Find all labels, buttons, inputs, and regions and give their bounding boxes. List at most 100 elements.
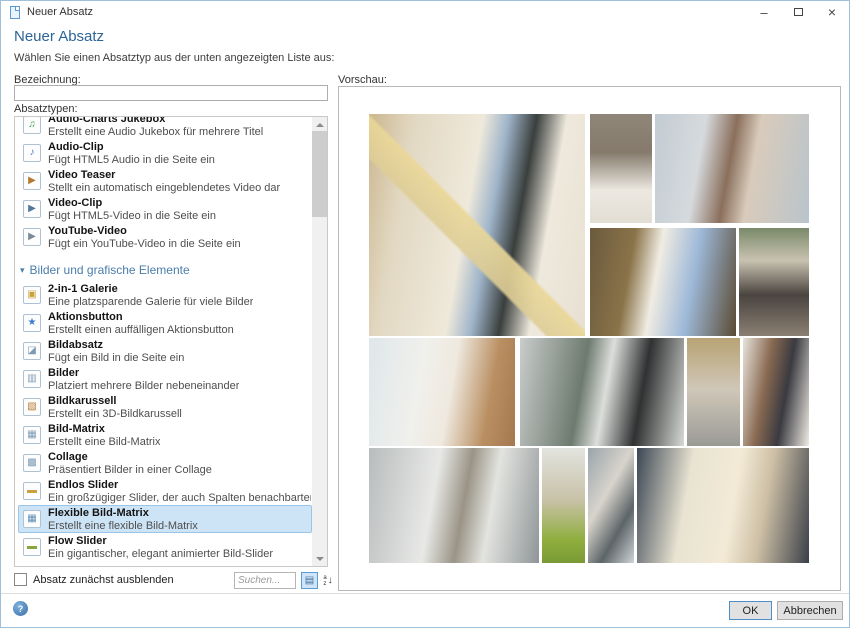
list-item-title: Bildabsatz [48, 339, 184, 352]
flexible-bild-matrix-icon: ▦ [23, 510, 41, 528]
list-item-audio-charts-jukebox[interactable]: ♫ Audio-Charts JukeboxErstellt eine Audi… [18, 117, 312, 139]
page-title: Neuer Absatz [14, 28, 104, 45]
video-clip-icon: ▶ [23, 200, 41, 218]
list-item-desc: Erstellt einen auffälligen Aktionsbutton [48, 324, 234, 336]
dialog-window: Neuer Absatz – × Neuer Absatz Wählen Sie… [0, 0, 850, 628]
cancel-button[interactable]: Abbrechen [777, 601, 843, 620]
list-item-desc: Erstellt eine Bild-Matrix [48, 436, 160, 448]
audio-jukebox-icon: ♫ [23, 117, 41, 134]
list-item-youtube-video[interactable]: ▶ YouTube-VideoFügt ein YouTube-Video in… [18, 223, 312, 251]
list-scrollbar[interactable] [312, 117, 327, 566]
section-label: Bilder und grafische Elemente [30, 263, 190, 277]
galerie-icon: ▣ [23, 286, 41, 304]
photo-couple-tablet-office [590, 228, 736, 336]
list-item-desc: Fügt HTML5-Video in die Seite ein [48, 210, 216, 222]
list-item-bild-matrix[interactable]: ▦ Bild-MatrixErstellt eine Bild-Matrix [18, 421, 312, 449]
list-item-video-teaser[interactable]: ▶ Video TeaserStellt ein automatisch ein… [18, 167, 312, 195]
bilder-icon: ▥ [23, 370, 41, 388]
flow-slider-icon: ▬ [23, 538, 41, 556]
audio-clip-icon: ♪ [23, 144, 41, 162]
sort-button[interactable]: az ↓ [321, 572, 335, 589]
collapse-triangle-icon: ▾ [20, 265, 25, 276]
list-item-collage[interactable]: ▩ CollagePräsentiert Bilder in einer Col… [18, 449, 312, 477]
photo-pair-with-tablet [588, 448, 634, 563]
photo-woman-arms-crossed [590, 114, 652, 223]
minimize-button[interactable]: – [747, 1, 781, 23]
titlebar: Neuer Absatz – × [1, 1, 849, 23]
absatztypen-label: Absatztypen: [14, 103, 78, 115]
youtube-video-icon: ▶ [23, 228, 41, 246]
list-item-title: Collage [48, 451, 212, 464]
scrollbar-thumb[interactable] [312, 131, 327, 217]
list-item-title: Endlos Slider [48, 479, 311, 492]
list-item-bilder[interactable]: ▥ BilderPlatziert mehrere Bilder nebenei… [18, 365, 312, 393]
scroll-down-icon[interactable] [312, 551, 327, 566]
section-header-bilder[interactable]: ▾ Bilder und grafische Elemente [18, 259, 312, 281]
sort-az-icon: az [323, 575, 326, 587]
close-button[interactable]: × [815, 1, 849, 23]
document-icon [10, 6, 20, 19]
photo-woman-standing [687, 338, 740, 446]
details-view-icon: ▤ [305, 575, 314, 586]
maximize-button[interactable] [781, 1, 815, 23]
list-item-audio-clip[interactable]: ♪ Audio-ClipFügt HTML5 Audio in die Seit… [18, 139, 312, 167]
close-icon: × [828, 4, 836, 20]
list-item-title: YouTube-Video [48, 225, 241, 238]
list-item-title: Flexible Bild-Matrix [48, 507, 198, 520]
photo-colleagues-talking [520, 338, 684, 446]
list-viewport: ♫ Audio-Charts JukeboxErstellt eine Audi… [15, 117, 312, 566]
list-item-desc: Präsentiert Bilder in einer Collage [48, 464, 212, 476]
image-matrix-preview [369, 114, 809, 563]
footer-divider [1, 593, 849, 594]
list-item-desc: Fügt ein YouTube-Video in die Seite ein [48, 238, 241, 250]
list-item-title: 2-in-1 Galerie [48, 283, 253, 296]
view-mode-button[interactable]: ▤ [301, 572, 318, 589]
list-item-title: Bilder [48, 367, 239, 380]
bild-matrix-icon: ▦ [23, 426, 41, 444]
ok-button[interactable]: OK [729, 601, 772, 620]
absatztypen-list: ♫ Audio-Charts JukeboxErstellt eine Audi… [14, 116, 328, 567]
vorschau-label: Vorschau: [338, 74, 387, 86]
list-item-desc: Ein großzügiger Slider, der auch Spalten… [48, 492, 311, 504]
list-item-flexible-bild-matrix-selected[interactable]: ▦ Flexible Bild-MatrixErstellt eine flex… [18, 505, 312, 533]
help-button[interactable]: ? [13, 601, 28, 616]
photo-woman-phone-smiling [743, 338, 809, 446]
list-item-bildkarussell[interactable]: ▧ BildkarussellErstellt ein 3D-Bildkarus… [18, 393, 312, 421]
list-item-endlos-slider[interactable]: ▬ Endlos SliderEin großzügiger Slider, d… [18, 477, 312, 505]
page-subtitle: Wählen Sie einen Absatztyp aus der unten… [14, 52, 334, 64]
list-item-desc: Eine platzsparende Galerie für viele Bil… [48, 296, 253, 308]
list-item-desc: Erstellt eine flexible Bild-Matrix [48, 520, 198, 532]
list-item-desc: Erstellt ein 3D-Bildkarussell [48, 408, 182, 420]
hide-paragraph-checkbox[interactable] [14, 573, 27, 586]
list-item-2in1-galerie[interactable]: ▣ 2-in-1 GalerieEine platzsparende Galer… [18, 281, 312, 309]
endlos-slider-icon: ▬ [23, 482, 41, 500]
hide-paragraph-label: Absatz zunächst ausblenden [33, 574, 174, 586]
bildkarussell-icon: ▧ [23, 398, 41, 416]
photo-woman-at-desk [369, 338, 515, 446]
list-item-bildabsatz[interactable]: ◪ BildabsatzFügt ein Bild in die Seite e… [18, 337, 312, 365]
search-input[interactable] [234, 572, 296, 589]
list-item-desc: Stellt ein automatisch eingeblendetes Vi… [48, 182, 280, 194]
bezeichnung-input[interactable] [14, 85, 328, 101]
list-item-title: Bild-Matrix [48, 423, 160, 436]
list-item-flow-slider[interactable]: ▬ Flow SliderEin gigantischer, elegant a… [18, 533, 312, 561]
list-item-title: Video-Clip [48, 197, 216, 210]
video-teaser-icon: ▶ [23, 172, 41, 190]
photo-man-seated-sofa [739, 228, 809, 336]
list-item-desc: Fügt HTML5 Audio in die Seite ein [48, 154, 215, 166]
maximize-icon [794, 8, 803, 16]
list-item-video-clip[interactable]: ▶ Video-ClipFügt HTML5-Video in die Seit… [18, 195, 312, 223]
list-item-title: Video Teaser [48, 169, 280, 182]
list-item-title: Audio-Charts Jukebox [48, 117, 263, 126]
list-item-title: Bildkarussell [48, 395, 182, 408]
list-item-title: Flow Slider [48, 535, 273, 548]
help-icon: ? [18, 604, 24, 614]
sort-arrow-icon: ↓ [328, 575, 333, 586]
photo-fist-bump-desk [637, 448, 809, 563]
list-item-desc: Fügt ein Bild in die Seite ein [48, 352, 184, 364]
list-item-desc: Ein gigantischer, elegant animierter Bil… [48, 548, 273, 560]
scroll-up-icon[interactable] [312, 117, 327, 132]
window-title: Neuer Absatz [27, 6, 93, 18]
list-item-aktionsbutton[interactable]: ★ AktionsbuttonErstellt einen auffällige… [18, 309, 312, 337]
photo-woman-on-phone-window [655, 114, 809, 223]
